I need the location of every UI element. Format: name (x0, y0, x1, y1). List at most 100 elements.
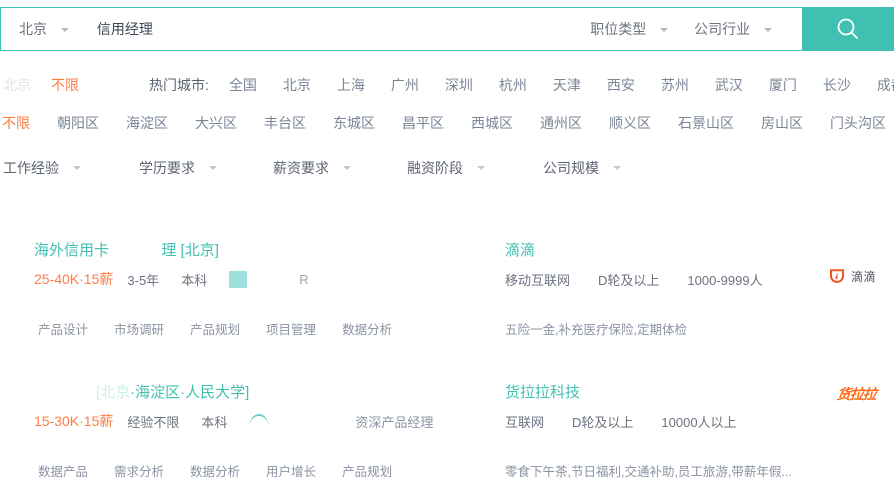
city-option-10[interactable]: 厦门 (769, 75, 797, 95)
city-option-6[interactable]: 天津 (553, 75, 581, 95)
district-option-9[interactable]: 顺义区 (609, 113, 651, 133)
district-option-4[interactable]: 丰台区 (264, 113, 306, 133)
company-industry: 移动互联网 (505, 273, 571, 288)
district-option-11[interactable]: 房山区 (761, 113, 803, 133)
job-tag-row: 数据产品 需求分析 数据分析 用户增长 产品规划 (34, 461, 474, 480)
condition-filter-row: 工作经验 学历要求 薪资要求 融资阶段 公司规模 (0, 153, 894, 183)
city-option-0[interactable]: 全国 (229, 75, 257, 95)
job-title[interactable]: [北京·海淀区·人民大学] (96, 382, 474, 404)
condition-salary[interactable]: 薪资要求 (273, 158, 351, 178)
district-option-8[interactable]: 通州区 (540, 113, 582, 133)
company-size: 10000人以上 (661, 415, 737, 430)
search-button[interactable] (802, 7, 894, 51)
job-list-item[interactable]: [北京·海淀区·人民大学] 15-30K·15薪 经验不限 本科 资深产品经理 … (0, 360, 894, 502)
job-title-rest: 理 [北京] (161, 242, 219, 259)
job-tag-row: 产品设计 市场调研 产品规划 项目管理 数据分析 (34, 319, 474, 338)
company-logo: 货拉拉 (835, 382, 878, 406)
company-benefits: 零食下午茶,节日福利,交通补助,员工旅游,带薪年假... (505, 465, 792, 479)
city-option-11[interactable]: 长沙 (823, 75, 851, 95)
job-meta: 15-30K·15薪 经验不限 本科 资深产品经理 (34, 411, 474, 431)
city-option-1[interactable]: 北京 (283, 75, 311, 95)
job-title[interactable]: 海外信用卡 理 [北京] (34, 240, 474, 262)
job-salary: 25-40K·15薪 (34, 271, 114, 287)
city-option-9[interactable]: 武汉 (715, 75, 743, 95)
job-list: 海外信用卡 理 [北京] 25-40K·15薪 3-5年 本科 R 产品设计 市… (0, 218, 894, 502)
job-info-left: 海外信用卡 理 [北京] 25-40K·15薪 3-5年 本科 R 产品设计 市… (34, 218, 474, 338)
company-meta: 互联网 D轮及以上 10000人以上 (505, 412, 894, 431)
condition-work-experience[interactable]: 工作经验 (3, 158, 81, 178)
district-option-5[interactable]: 东城区 (333, 113, 375, 133)
chevron-down-icon (613, 166, 621, 170)
search-icon (837, 18, 858, 39)
search-keyword-input[interactable]: 信用经理 (97, 19, 153, 39)
job-title-faded: [北京 (96, 384, 131, 401)
district-option-7[interactable]: 西城区 (471, 113, 513, 133)
chevron-down-icon (660, 28, 669, 33)
district-option-10[interactable]: 石景山区 (678, 113, 734, 133)
condition-work-experience-label: 工作经验 (3, 160, 59, 176)
job-info-right: 货拉拉科技 互联网 D轮及以上 10000人以上 零食下午茶,节日福利,交通补助… (505, 360, 894, 480)
job-badge (229, 270, 248, 288)
chevron-down-icon (343, 166, 351, 170)
company-name[interactable]: 滴滴 (505, 240, 894, 262)
chevron-down-icon (60, 28, 69, 33)
filter-job-type-label: 职位类型 (590, 21, 647, 37)
search-bar: 北京 信用经理 职位类型 公司行业 (0, 7, 894, 51)
condition-company-size[interactable]: 公司规模 (543, 158, 621, 178)
job-role-partial: R (299, 271, 309, 287)
huolala-logo-text: 货拉拉 (835, 386, 878, 402)
job-tag[interactable]: 用户增长 (266, 461, 316, 480)
filter-job-type[interactable]: 职位类型 (590, 19, 669, 39)
district-filter-row: 不限 朝阳区 海淀区 大兴区 丰台区 东城区 昌平区 西城区 通州区 顺义区 石… (0, 108, 894, 138)
condition-education-label: 学历要求 (139, 160, 195, 176)
filter-company-industry[interactable]: 公司行业 (694, 19, 772, 39)
city-option-8[interactable]: 苏州 (661, 75, 689, 95)
condition-education[interactable]: 学历要求 (139, 158, 217, 178)
job-list-item[interactable]: 海外信用卡 理 [北京] 25-40K·15薪 3-5年 本科 R 产品设计 市… (0, 218, 894, 360)
city-option-2[interactable]: 上海 (337, 75, 365, 95)
district-option-1[interactable]: 朝阳区 (57, 113, 99, 133)
city-option-all[interactable]: 不限 (51, 75, 79, 95)
city-option-3[interactable]: 广州 (391, 75, 419, 95)
city-option-5[interactable]: 杭州 (499, 75, 527, 95)
job-tag[interactable]: 产品规划 (190, 319, 240, 338)
district-option-6[interactable]: 昌平区 (402, 113, 444, 133)
job-education: 本科 (181, 272, 208, 288)
job-tag[interactable]: 数据分析 (190, 461, 240, 480)
search-input-group: 北京 信用经理 职位类型 公司行业 (0, 7, 802, 51)
didi-logo-icon (829, 269, 844, 283)
job-info-right: 滴滴 移动互联网 D轮及以上 1000-9999人 五险一金,补充医疗保险,定期… (505, 218, 894, 338)
district-option-12[interactable]: 门头沟区 (830, 113, 886, 133)
condition-funding-stage[interactable]: 融资阶段 (407, 158, 485, 178)
job-tag[interactable]: 项目管理 (266, 319, 316, 338)
district-option-2[interactable]: 海淀区 (126, 113, 168, 133)
filter-company-industry-label: 公司行业 (694, 21, 751, 37)
city-selector[interactable]: 北京 (1, 19, 69, 39)
district-option-0[interactable]: 不限 (0, 113, 30, 133)
job-info-left: [北京·海淀区·人民大学] 15-30K·15薪 经验不限 本科 资深产品经理 … (34, 360, 474, 480)
job-tag[interactable]: 需求分析 (114, 461, 164, 480)
job-tag[interactable]: 数据分析 (342, 319, 392, 338)
district-option-3[interactable]: 大兴区 (195, 113, 237, 133)
company-logo: 滴滴 (829, 264, 876, 288)
current-city-label: 北京 (3, 77, 31, 93)
city-option-12[interactable]: 成都 (877, 75, 894, 95)
condition-salary-label: 薪资要求 (273, 160, 329, 176)
job-experience: 3-5年 (127, 272, 160, 288)
city-selector-label: 北京 (19, 21, 47, 37)
job-role: 资深产品经理 (355, 414, 434, 430)
chevron-down-icon (209, 166, 217, 170)
job-tag[interactable]: 市场调研 (114, 319, 164, 338)
job-education: 本科 (201, 414, 228, 430)
city-option-7[interactable]: 西安 (607, 75, 635, 95)
chevron-down-icon (764, 28, 772, 33)
job-tag[interactable]: 数据产品 (38, 461, 88, 480)
job-title-main: ·海淀区·人民大学] (130, 384, 250, 401)
job-tag[interactable]: 产品设计 (38, 319, 88, 338)
chevron-down-icon (477, 166, 485, 170)
job-meta: 25-40K·15薪 3-5年 本科 R (34, 269, 474, 289)
city-option-4[interactable]: 深圳 (445, 75, 473, 95)
hot-cities-label: 热门城市: (149, 77, 209, 93)
job-experience: 经验不限 (127, 414, 180, 430)
job-tag[interactable]: 产品规划 (342, 461, 392, 480)
